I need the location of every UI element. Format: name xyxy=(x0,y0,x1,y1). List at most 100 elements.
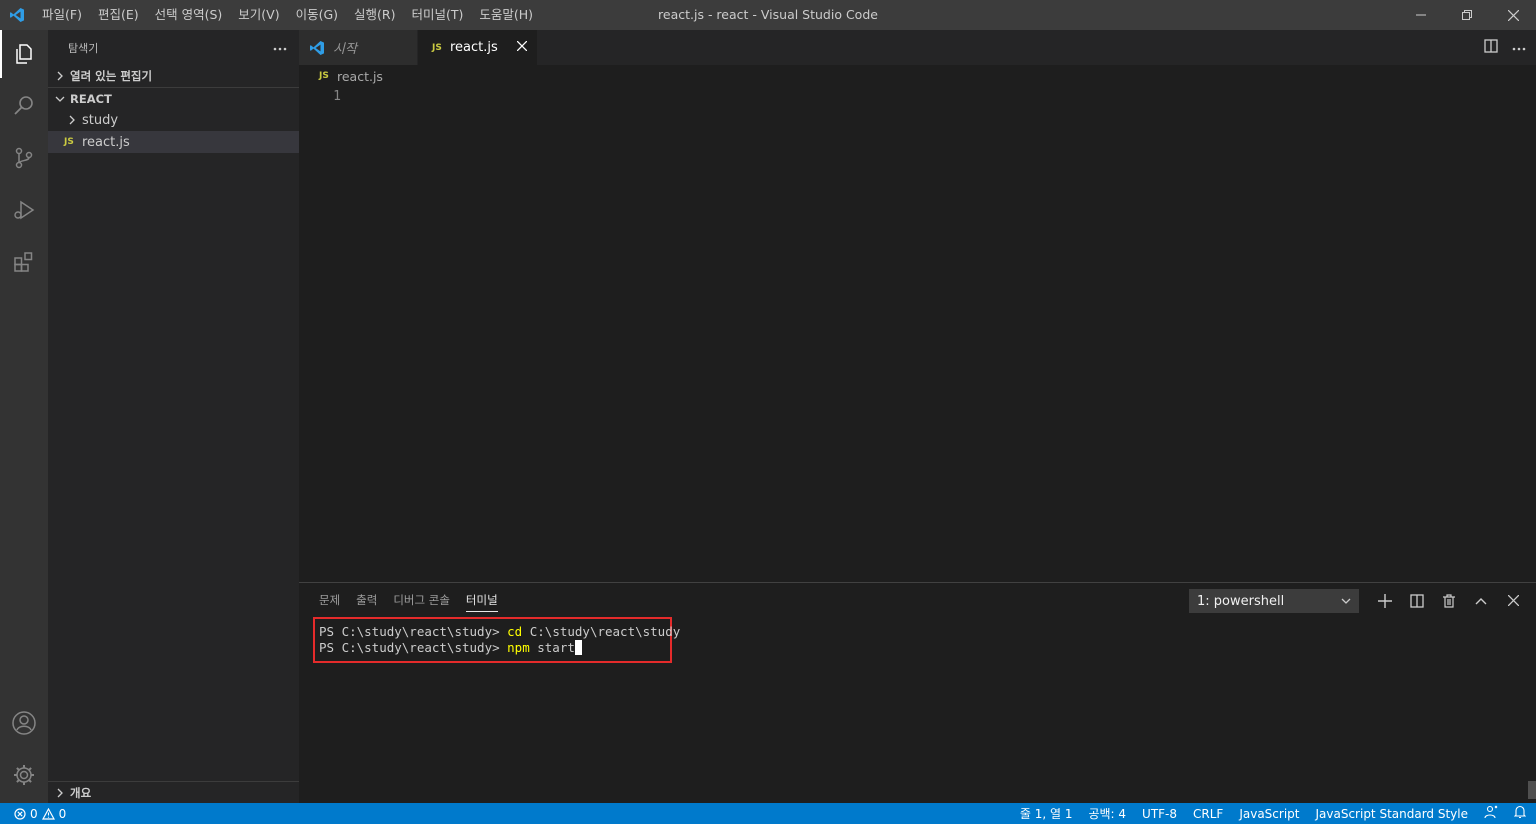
end-of-line[interactable]: CRLF xyxy=(1193,807,1223,821)
close-panel-button[interactable] xyxy=(1504,592,1522,610)
breadcrumb[interactable]: JS react.js xyxy=(299,65,1536,87)
close-window-button[interactable] xyxy=(1490,0,1536,30)
menu-terminal[interactable]: 터미널(T) xyxy=(404,0,472,30)
manage-button[interactable] xyxy=(0,751,48,799)
explorer-sidebar: 탐색기 열려 있는 편집기 REACT study JS react.js 개요 xyxy=(48,30,299,803)
sidebar-title: 탐색기 xyxy=(68,41,99,55)
menu-selection[interactable]: 선택 영역(S) xyxy=(147,0,231,30)
bell-icon xyxy=(1513,805,1527,819)
tab-output[interactable]: 출력 xyxy=(348,583,385,618)
terminal-select[interactable]: 1: powershell xyxy=(1189,589,1359,613)
vscode-logo-icon xyxy=(0,0,34,30)
tab-welcome[interactable]: 시작 xyxy=(299,30,418,65)
panel-tabs: 문제 출력 디버그 콘솔 터미널 1: powershell xyxy=(299,583,1536,618)
more-actions-button[interactable] xyxy=(1512,40,1526,55)
open-editors-label: 열려 있는 편집기 xyxy=(70,69,153,83)
menu-run[interactable]: 실행(R) xyxy=(346,0,403,30)
terminal-select-value: 1: powershell xyxy=(1197,593,1285,609)
plus-icon xyxy=(1378,593,1392,608)
js-file-icon: JS xyxy=(432,42,442,53)
status-bar: 0 0 줄 1, 열 1 공백: 4 UTF-8 CRLF JavaScript… xyxy=(0,803,1536,824)
chevron-up-icon xyxy=(1475,597,1487,604)
feedback-icon xyxy=(1484,805,1498,819)
editor-area: 시작 JS react.js JS react.js 1 xyxy=(299,30,1536,582)
chevron-right-icon xyxy=(52,785,68,801)
code-line[interactable]: 1 xyxy=(299,87,1536,106)
line-number: 1 xyxy=(333,89,341,104)
chevron-down-icon xyxy=(1341,598,1351,604)
extensions-button[interactable] xyxy=(0,238,48,286)
split-editor-button[interactable] xyxy=(1484,38,1498,57)
folder-label: REACT xyxy=(70,91,112,106)
close-icon xyxy=(516,40,528,52)
terminal-command: cd xyxy=(507,624,523,639)
problems-status[interactable]: 0 0 xyxy=(0,807,66,821)
split-editor-icon xyxy=(1410,593,1424,608)
account-icon xyxy=(12,711,36,735)
close-tab-button[interactable] xyxy=(516,40,528,55)
tree-item-label: study xyxy=(82,112,119,128)
cursor-position[interactable]: 줄 1, 열 1 xyxy=(1020,805,1073,822)
terminal-line: PS C:\study\react\study> cd C:\study\rea… xyxy=(319,624,680,640)
tab-terminal[interactable]: 터미널 xyxy=(458,583,506,618)
menu-edit[interactable]: 편집(E) xyxy=(90,0,147,30)
error-count: 0 xyxy=(30,806,38,821)
gear-icon xyxy=(14,765,34,785)
tab-problems[interactable]: 문제 xyxy=(311,583,348,618)
feedback-button[interactable] xyxy=(1484,805,1498,822)
tab-react-js[interactable]: JS react.js xyxy=(418,30,538,65)
tab-debug-console[interactable]: 디버그 콘솔 xyxy=(385,583,458,618)
close-icon xyxy=(1507,9,1519,21)
close-icon xyxy=(1507,595,1519,606)
more-actions-button[interactable] xyxy=(273,41,287,54)
editor-tabs: 시작 JS react.js xyxy=(299,30,1536,65)
menu-bar: 파일(F) 편집(E) 선택 영역(S) 보기(V) 이동(G) 실행(R) 터… xyxy=(34,0,541,30)
trash-icon xyxy=(1443,593,1455,608)
ellipsis-icon xyxy=(273,47,287,51)
editor-actions xyxy=(1484,30,1526,65)
terminal-output[interactable]: PS C:\study\react\study> cd C:\study\rea… xyxy=(319,624,680,656)
error-icon xyxy=(14,807,26,820)
split-terminal-button[interactable] xyxy=(1408,592,1426,610)
activity-bar xyxy=(0,30,48,803)
language-mode[interactable]: JavaScript xyxy=(1239,807,1299,821)
menu-view[interactable]: 보기(V) xyxy=(230,0,287,30)
panel-scrollbar[interactable] xyxy=(1528,781,1536,799)
open-editors-section[interactable]: 열려 있는 편집기 xyxy=(48,65,299,87)
minimize-button[interactable] xyxy=(1398,0,1444,30)
folder-section[interactable]: REACT xyxy=(48,87,299,109)
search-button[interactable] xyxy=(0,82,48,130)
tree-item-react-js[interactable]: JS react.js xyxy=(48,131,299,153)
vscode-logo-icon xyxy=(310,40,324,55)
terminal-command: npm xyxy=(507,640,530,655)
tab-label: 시작 xyxy=(333,42,357,57)
kill-terminal-button[interactable] xyxy=(1440,592,1458,610)
menu-help[interactable]: 도움말(H) xyxy=(471,0,541,30)
terminal-prompt: PS C:\study\react\study> xyxy=(319,640,508,655)
new-terminal-button[interactable] xyxy=(1376,592,1394,610)
terminal-cursor xyxy=(574,640,582,655)
window-controls xyxy=(1398,0,1536,30)
menu-go[interactable]: 이동(G) xyxy=(288,0,346,30)
js-file-icon: JS xyxy=(64,137,74,147)
maximize-panel-button[interactable] xyxy=(1472,592,1490,610)
notifications-button[interactable] xyxy=(1513,805,1527,822)
run-debug-button[interactable] xyxy=(0,186,48,234)
source-control-button[interactable] xyxy=(0,134,48,182)
outline-section[interactable]: 개요 xyxy=(48,781,299,803)
search-icon xyxy=(14,96,33,115)
chevron-right-icon xyxy=(64,112,80,128)
tree-item-study[interactable]: study xyxy=(48,109,299,131)
accounts-button[interactable] xyxy=(0,699,48,747)
restore-button[interactable] xyxy=(1444,0,1490,30)
outline-label: 개요 xyxy=(70,785,92,800)
encoding[interactable]: UTF-8 xyxy=(1142,807,1177,821)
ellipsis-icon xyxy=(1512,47,1526,51)
breadcrumb-file: react.js xyxy=(337,68,383,84)
explorer-button[interactable] xyxy=(0,30,48,78)
split-editor-icon xyxy=(1484,38,1498,53)
menu-file[interactable]: 파일(F) xyxy=(34,0,90,30)
linter-status[interactable]: JavaScript Standard Style xyxy=(1315,807,1468,821)
minimize-icon xyxy=(1416,14,1426,16)
indentation[interactable]: 공백: 4 xyxy=(1088,805,1126,822)
